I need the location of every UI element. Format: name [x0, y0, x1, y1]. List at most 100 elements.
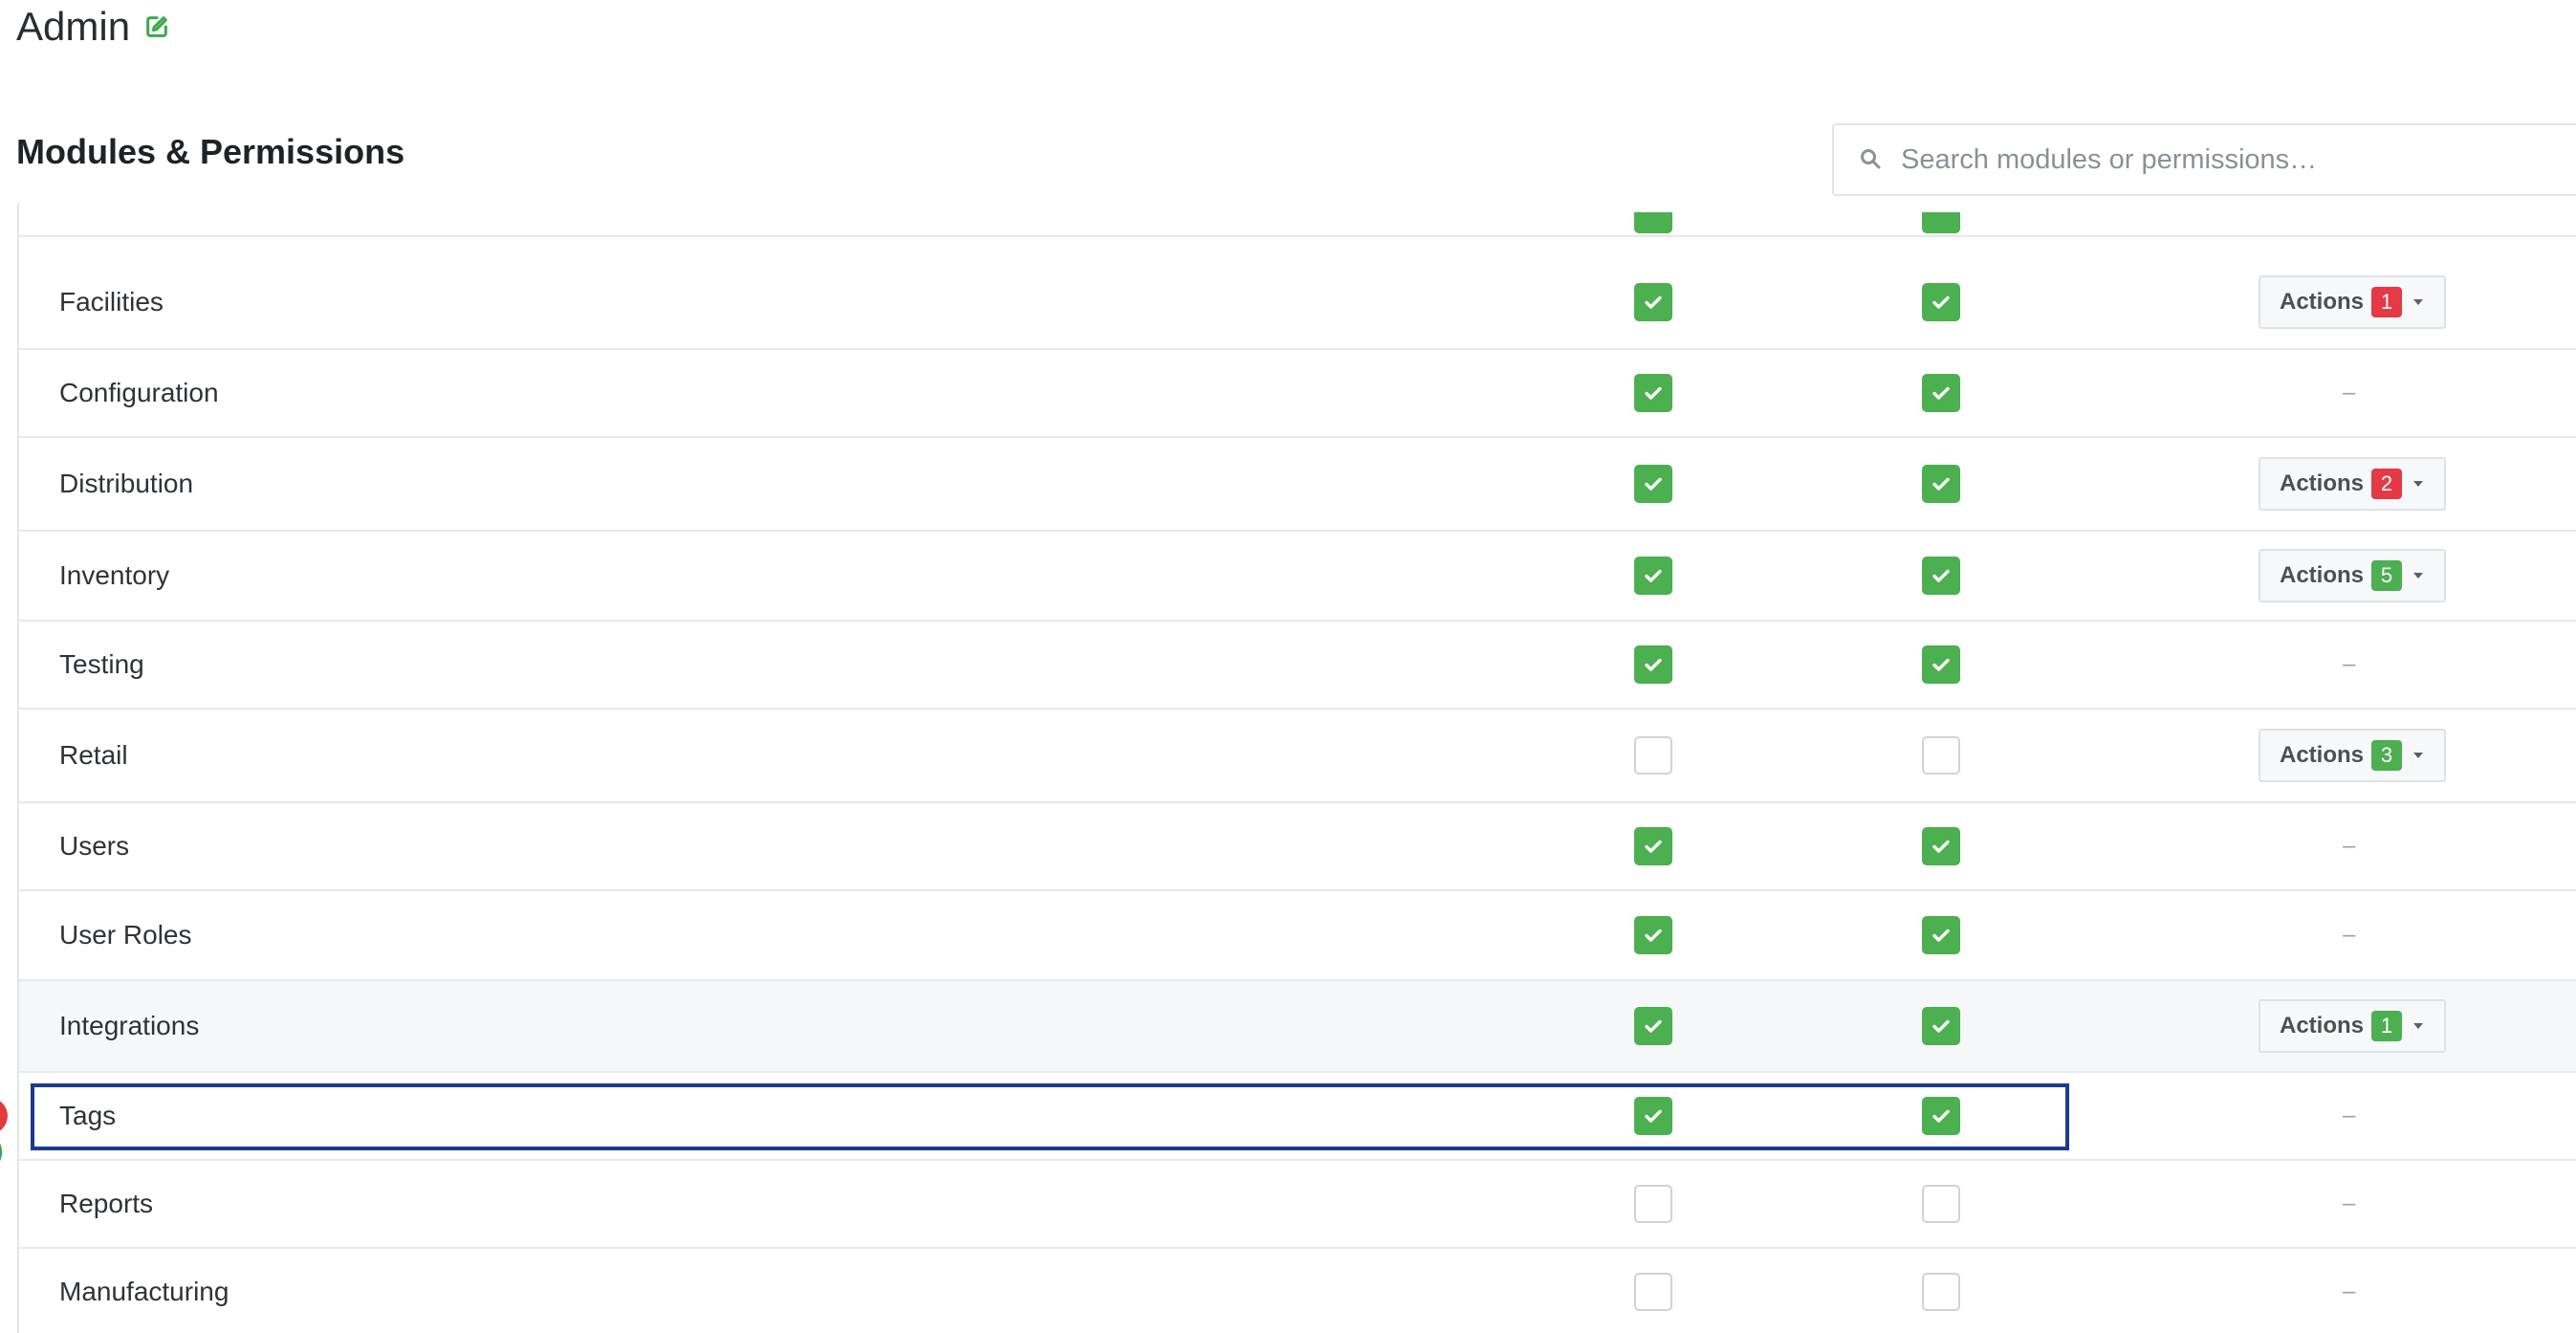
- check-icon: [1930, 835, 1953, 858]
- table-row-partial: [19, 203, 2576, 237]
- table-row[interactable]: User Roles –: [19, 891, 2576, 981]
- table-row[interactable]: Distribution Actions 2: [19, 438, 2576, 532]
- checkbox-read[interactable]: [1634, 283, 1672, 321]
- page-title: Admin: [16, 0, 170, 54]
- edit-icon[interactable]: [143, 13, 170, 40]
- check-icon: [1930, 1015, 1953, 1038]
- checkbox-read[interactable]: [1634, 916, 1672, 954]
- actions-count-badge: 3: [2371, 740, 2402, 771]
- checkbox-read[interactable]: [1634, 557, 1672, 595]
- checkbox-write[interactable]: [1922, 557, 1960, 595]
- checkbox-read[interactable]: [1634, 736, 1672, 775]
- actions-label: Actions: [2279, 470, 2364, 496]
- checkbox-read[interactable]: [1634, 212, 1672, 233]
- drag-handle-green[interactable]: [0, 1134, 2, 1170]
- actions-count-badge: 1: [2371, 287, 2402, 317]
- check-icon: [1930, 924, 1953, 947]
- table-row[interactable]: Testing –: [19, 622, 2576, 710]
- table-row[interactable]: Manufacturing –: [19, 1249, 2576, 1333]
- checkbox-write[interactable]: [1922, 283, 1960, 321]
- caret-down-icon: [2412, 479, 2425, 489]
- table-row[interactable]: Configuration –: [19, 350, 2576, 438]
- table-row[interactable]: Users –: [19, 803, 2576, 891]
- module-name: User Roles: [59, 920, 192, 950]
- checkbox-write[interactable]: [1922, 1007, 1960, 1045]
- checkbox-read[interactable]: [1634, 1007, 1672, 1045]
- no-actions-dash: –: [2343, 1191, 2356, 1216]
- checkbox-write[interactable]: [1922, 1185, 1960, 1223]
- checkbox-write[interactable]: [1922, 212, 1960, 233]
- actions-dropdown-button[interactable]: Actions 3: [2259, 729, 2446, 782]
- table-row[interactable]: Inventory Actions 5: [19, 532, 2576, 622]
- actions-count-badge: 2: [2371, 469, 2402, 499]
- actions-dropdown-button[interactable]: Actions 1: [2259, 275, 2446, 329]
- module-name: Users: [59, 831, 130, 861]
- caret-down-icon: [2412, 571, 2425, 580]
- module-name: Testing: [59, 649, 144, 679]
- table-row[interactable]: Reports –: [19, 1161, 2576, 1249]
- check-icon: [1642, 472, 1665, 495]
- actions-label: Actions: [2279, 1013, 2364, 1038]
- checkbox-read[interactable]: [1634, 645, 1672, 684]
- actions-dropdown-button[interactable]: Actions 5: [2259, 549, 2446, 602]
- search-icon: [1859, 147, 1884, 172]
- no-actions-dash: –: [2343, 1278, 2356, 1304]
- checkbox-read[interactable]: [1634, 1273, 1672, 1311]
- actions-count-badge: 1: [2371, 1011, 2402, 1041]
- module-name: Reports: [59, 1189, 154, 1218]
- actions-label: Actions: [2279, 742, 2364, 768]
- check-icon: [1930, 472, 1953, 495]
- checkbox-write[interactable]: [1922, 1097, 1960, 1135]
- section-title: Modules & Permissions: [16, 132, 405, 171]
- table-row[interactable]: Tags –: [19, 1073, 2576, 1161]
- caret-down-icon: [2412, 1021, 2425, 1031]
- caret-down-icon: [2412, 297, 2425, 307]
- checkbox-write[interactable]: [1922, 1273, 1960, 1311]
- table-row[interactable]: Facilities Actions 1: [19, 256, 2576, 350]
- module-name: Facilities: [59, 287, 164, 317]
- checkbox-write[interactable]: [1922, 374, 1960, 412]
- actions-dropdown-button[interactable]: Actions 2: [2259, 457, 2446, 511]
- module-name: Inventory: [59, 560, 170, 590]
- module-name: Configuration: [59, 378, 219, 407]
- permissions-table: Facilities Actions 1 Configuration – Distribu…: [17, 203, 2576, 1333]
- search-box[interactable]: [1832, 123, 2576, 196]
- actions-label: Actions: [2279, 562, 2364, 588]
- actions-count-badge: 5: [2371, 560, 2402, 591]
- check-icon: [1642, 382, 1665, 404]
- actions-dropdown-button[interactable]: Actions 1: [2259, 999, 2446, 1053]
- actions-label: Actions: [2279, 289, 2364, 315]
- no-actions-dash: –: [2343, 651, 2356, 677]
- checkbox-write[interactable]: [1922, 645, 1960, 684]
- check-icon: [1642, 1015, 1665, 1038]
- check-icon: [1930, 382, 1953, 404]
- no-actions-dash: –: [2343, 1103, 2356, 1128]
- table-row[interactable]: Retail Actions 3: [19, 710, 2576, 803]
- checkbox-write[interactable]: [1922, 916, 1960, 954]
- checkbox-read[interactable]: [1634, 1097, 1672, 1135]
- checkbox-read[interactable]: [1634, 827, 1672, 865]
- module-name: Integrations: [59, 1011, 200, 1040]
- module-name: Distribution: [59, 469, 194, 498]
- checkbox-read[interactable]: [1634, 374, 1672, 412]
- check-icon: [1930, 291, 1953, 314]
- check-icon: [1642, 835, 1665, 858]
- no-actions-dash: –: [2343, 922, 2356, 948]
- module-name: Tags: [59, 1101, 117, 1130]
- checkbox-write[interactable]: [1922, 736, 1960, 775]
- checkbox-write[interactable]: [1922, 827, 1960, 865]
- check-icon: [1642, 653, 1665, 676]
- table-row[interactable]: Integrations Actions 1: [19, 981, 2576, 1073]
- drag-handle-red[interactable]: [0, 1098, 8, 1134]
- checkbox-write[interactable]: [1922, 465, 1960, 503]
- checkbox-read[interactable]: [1634, 465, 1672, 503]
- no-actions-dash: –: [2343, 833, 2356, 859]
- caret-down-icon: [2412, 751, 2425, 760]
- check-icon: [1930, 653, 1953, 676]
- module-name: Manufacturing: [59, 1277, 229, 1306]
- search-input[interactable]: [1899, 142, 2572, 177]
- check-icon: [1930, 564, 1953, 587]
- check-icon: [1642, 1104, 1665, 1127]
- check-icon: [1642, 291, 1665, 314]
- checkbox-read[interactable]: [1634, 1185, 1672, 1223]
